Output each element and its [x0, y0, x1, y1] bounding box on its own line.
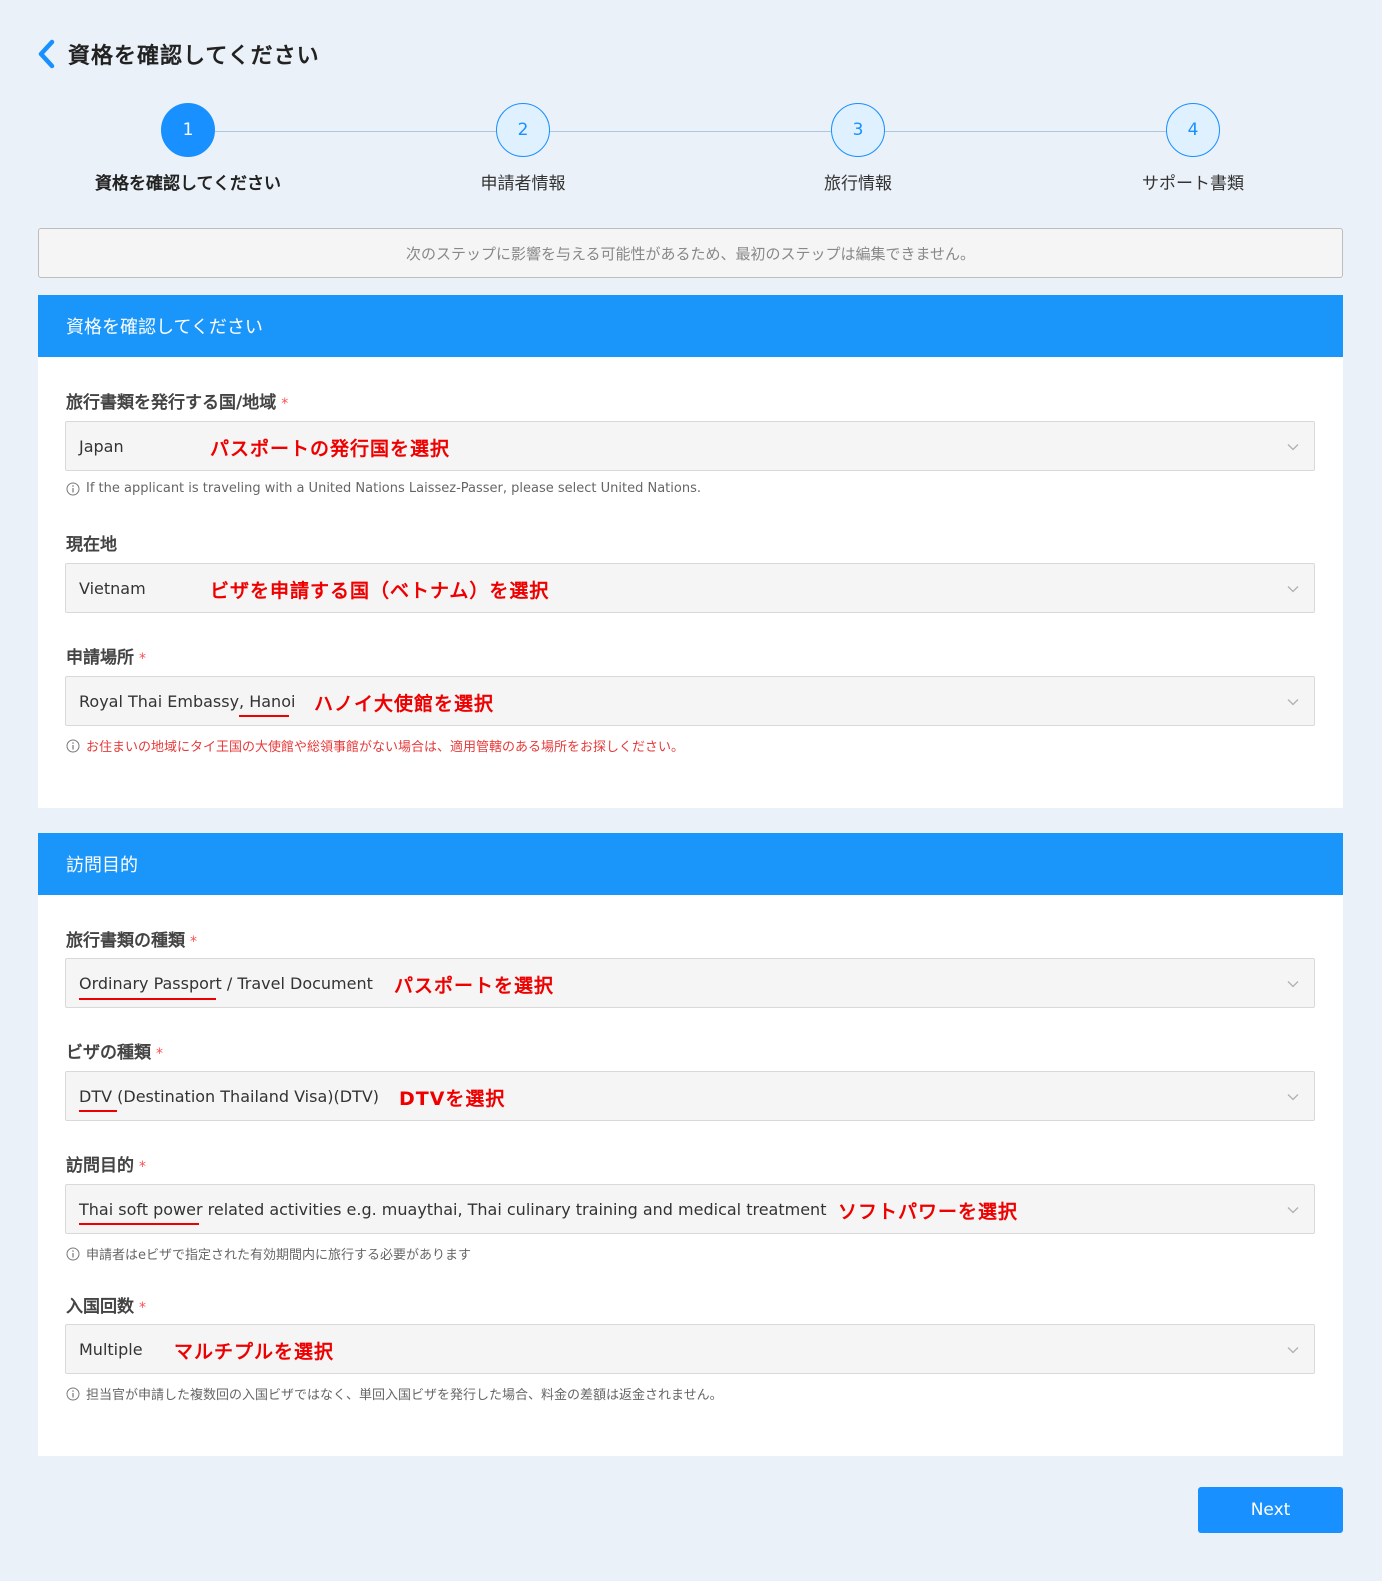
application-place-label: 申請場所 * — [66, 643, 146, 668]
annotation-note: パスポートを選択 — [394, 975, 555, 997]
value-highlight: Thai soft power — [79, 1200, 203, 1219]
field-label-text: 旅行書類を発行する国/地域 — [66, 393, 277, 413]
info-circle-icon — [66, 1247, 80, 1260]
select-value: Royal Thai Embassy, Hanoi — [79, 692, 295, 711]
edit-notice: 次のステップに影響を与える可能性があるため、最初のステップは編集できません。 — [38, 228, 1343, 278]
field-label-text: 入国回数 — [66, 1297, 134, 1317]
chevron-down-icon — [1287, 1094, 1299, 1101]
step-label: 旅行情報 — [824, 174, 892, 194]
stepper: 1 資格を確認してください 2 申請者情報 3 旅行情報 4 サポート書類 — [0, 103, 1382, 203]
value-highlight: Ordinary Passport — [79, 974, 222, 993]
chevron-down-icon — [1287, 586, 1299, 593]
visit-purpose-select[interactable]: Thai soft power related activities e.g. … — [65, 1184, 1315, 1234]
value-text: / Travel Document — [221, 974, 373, 993]
visit-purpose-section: 訪問目的 旅行書類の種類 * Ordinary Passport / Travel… — [38, 833, 1343, 1456]
select-value: Vietnam — [79, 579, 146, 598]
chevron-left-icon[interactable] — [36, 39, 58, 69]
chevron-down-icon — [1287, 1347, 1299, 1354]
chevron-down-icon — [1287, 1207, 1299, 1214]
application-place-help: お住まいの地域にタイ王国の大使館や総領事館がない場合は、適用管轄のある場所をお探… — [66, 736, 684, 755]
step-1[interactable]: 1 資格を確認してください — [68, 103, 308, 194]
value-text: Royal Thai Embassy, — [79, 692, 250, 711]
select-value: Ordinary Passport / Travel Document — [79, 974, 373, 993]
step-4[interactable]: 4 サポート書類 — [1073, 103, 1313, 194]
red-underline — [239, 715, 289, 717]
annotation-note: ソフトパワーを選択 — [838, 1201, 1019, 1223]
step-label: 申請者情報 — [480, 174, 566, 194]
select-value: Thai soft power related activities e.g. … — [79, 1200, 826, 1219]
required-mark: * — [156, 1046, 163, 1062]
current-location-label: 現在地 — [66, 530, 117, 555]
application-place-select[interactable]: Royal Thai Embassy, Hanoi ハノイ大使館を選択 — [65, 676, 1315, 726]
value-text: related activities e.g. muaythai, Thai c… — [202, 1200, 827, 1219]
help-text: If the applicant is traveling with a Uni… — [86, 481, 701, 496]
value-text: (Destination Thailand Visa)(DTV) — [112, 1087, 380, 1106]
help-text: お住まいの地域にタイ王国の大使館や総領事館がない場合は、適用管轄のある場所をお探… — [86, 740, 685, 755]
value-highlight: DTV — [79, 1087, 113, 1106]
annotation-note: パスポートの発行国を選択 — [210, 438, 451, 460]
select-value: Japan — [79, 437, 124, 456]
help-text: 担当官が申請した複数回の入国ビザではなく、単回入国ビザを発行した場合、料金の差額… — [86, 1388, 723, 1403]
page-title: 資格を確認してください — [68, 44, 320, 69]
required-mark: * — [281, 396, 289, 412]
chevron-down-icon — [1287, 444, 1299, 451]
field-label-text: 申請場所 — [66, 648, 134, 668]
annotation-note: DTVを選択 — [399, 1088, 506, 1110]
document-type-select[interactable]: Ordinary Passport / Travel Document パスポー… — [65, 958, 1315, 1008]
entries-label: 入国回数 * — [66, 1292, 146, 1317]
chevron-down-icon — [1287, 699, 1299, 706]
value-highlight: Hanoi — [249, 692, 296, 711]
step-2[interactable]: 2 申請者情報 — [403, 103, 643, 194]
help-text: 申請者はeビザで指定された有効期間内に旅行する必要があります — [86, 1248, 471, 1263]
red-underline — [79, 1110, 117, 1112]
step-number: 1 — [161, 103, 215, 157]
field-label-text: 旅行書類の種類 — [66, 931, 185, 951]
visit-purpose-help: 申請者はeビザで指定された有効期間内に旅行する必要があります — [66, 1244, 471, 1263]
required-mark: * — [139, 1159, 146, 1175]
red-underline — [79, 1223, 199, 1225]
field-label-text: 訪問目的 — [66, 1156, 134, 1176]
step-number: 3 — [831, 103, 885, 157]
step-number: 4 — [1166, 103, 1220, 157]
annotation-note: ビザを申請する国（ベトナム）を選択 — [210, 580, 550, 602]
document-type-label: 旅行書類の種類 * — [66, 926, 197, 951]
info-circle-icon — [66, 1387, 80, 1400]
required-mark: * — [190, 934, 197, 950]
step-3[interactable]: 3 旅行情報 — [738, 103, 978, 194]
field-label-text: ビザの種類 — [66, 1043, 151, 1063]
info-circle-icon — [66, 482, 80, 495]
annotation-note: ハノイ大使館を選択 — [314, 693, 495, 715]
annotation-note: マルチプルを選択 — [174, 1341, 335, 1363]
page-header: 資格を確認してください — [36, 36, 320, 72]
info-circle-icon — [66, 739, 80, 752]
eligibility-section: 資格を確認してください 旅行書類を発行する国/地域 * Japan パスポートの発… — [38, 295, 1343, 808]
select-value: Multiple — [79, 1340, 143, 1359]
issuing-country-help: If the applicant is traveling with a Uni… — [66, 481, 701, 496]
chevron-down-icon — [1287, 981, 1299, 988]
red-underline — [79, 998, 216, 1000]
required-mark: * — [139, 1300, 146, 1316]
visa-type-select[interactable]: DTV (Destination Thailand Visa)(DTV) DTV… — [65, 1071, 1315, 1121]
section-title: 訪問目的 — [38, 833, 1343, 895]
issuing-country-label: 旅行書類を発行する国/地域 * — [66, 388, 288, 413]
visit-purpose-label: 訪問目的 * — [66, 1151, 146, 1176]
visa-type-label: ビザの種類 * — [66, 1038, 163, 1063]
required-mark: * — [139, 651, 146, 667]
section-title: 資格を確認してください — [38, 295, 1343, 357]
step-number: 2 — [496, 103, 550, 157]
select-value: DTV (Destination Thailand Visa)(DTV) — [79, 1087, 379, 1106]
step-label: 資格を確認してください — [95, 174, 281, 194]
entries-help: 担当官が申請した複数回の入国ビザではなく、単回入国ビザを発行した場合、料金の差額… — [66, 1384, 723, 1403]
entries-select[interactable]: Multiple マルチプルを選択 — [65, 1324, 1315, 1374]
next-button[interactable]: Next — [1198, 1487, 1343, 1533]
step-label: サポート書類 — [1142, 174, 1244, 194]
issuing-country-select[interactable]: Japan パスポートの発行国を選択 — [65, 421, 1315, 471]
field-label-text: 現在地 — [66, 535, 117, 555]
current-location-select[interactable]: Vietnam ビザを申請する国（ベトナム）を選択 — [65, 563, 1315, 613]
